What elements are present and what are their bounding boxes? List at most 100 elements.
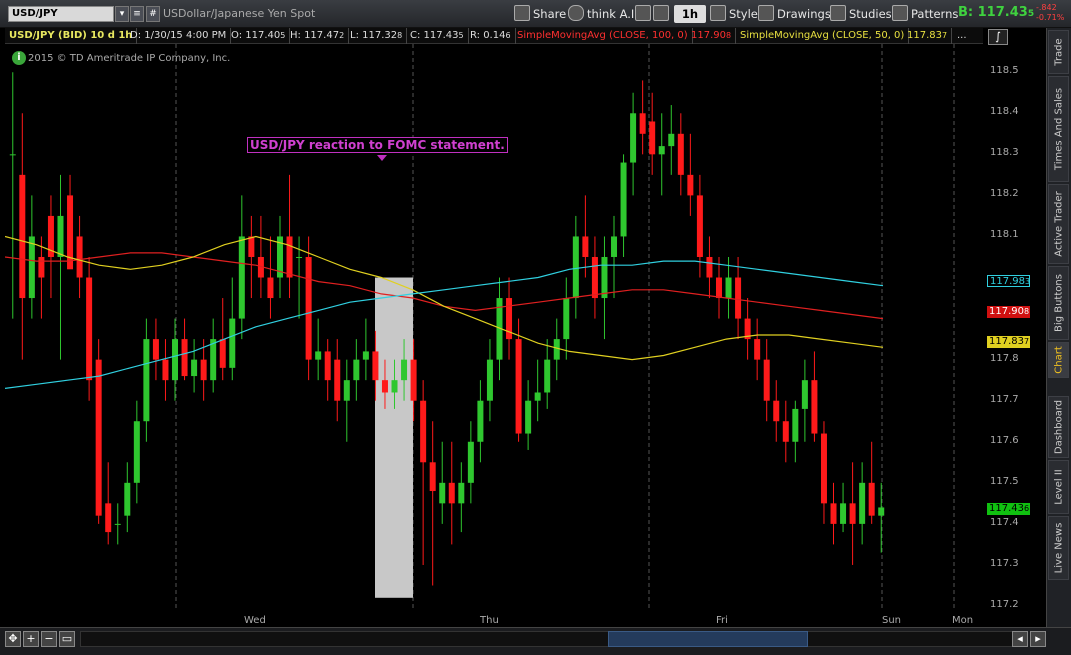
candle	[668, 105, 675, 175]
candle	[553, 318, 560, 381]
share-label: Share	[533, 7, 567, 21]
candle	[210, 318, 217, 393]
sma50-label[interactable]: SimpleMovingAvg (CLOSE, 50, 0)	[736, 28, 910, 44]
style-label: Style	[729, 7, 758, 21]
candle	[229, 277, 236, 381]
price-chart[interactable]	[5, 44, 985, 610]
tab-live-news[interactable]: Live News	[1048, 516, 1069, 580]
range-value: R: 0.14	[470, 30, 506, 41]
more-studies-button[interactable]: ...	[953, 28, 971, 44]
tab-trade-label: Trade	[1053, 38, 1064, 66]
info-icon[interactable]: i	[12, 51, 26, 65]
tab-chart[interactable]: Chart	[1048, 342, 1069, 378]
candle	[47, 195, 54, 299]
candle	[525, 380, 532, 450]
share-icon	[514, 5, 530, 21]
scroll-left-icon[interactable]: ◂	[1012, 631, 1028, 647]
range-readout: R: 0.146	[466, 28, 516, 44]
drawings-label: Drawings	[777, 7, 831, 21]
candle	[162, 339, 169, 401]
candle	[152, 318, 159, 381]
chart-title: USD/JPY (BID) 10 d 1h	[5, 28, 138, 44]
scrollbar-thumb[interactable]	[608, 631, 808, 647]
chart-settings-icon[interactable]: ∫	[988, 29, 1008, 45]
candle	[353, 339, 360, 401]
think-ai-button[interactable]: think A.I.	[568, 5, 638, 23]
candle	[840, 482, 847, 533]
view-icon[interactable]: ▭	[59, 631, 75, 647]
candle	[792, 400, 799, 463]
zoom-in-icon[interactable]: +	[23, 631, 39, 647]
high-small: 2	[339, 31, 345, 40]
candle	[715, 256, 722, 319]
candle	[744, 298, 751, 360]
candle	[506, 277, 513, 360]
hash-icon[interactable]: #	[146, 6, 160, 22]
scroll-right-icon[interactable]: ▸	[1030, 631, 1046, 647]
tab-chart-label: Chart	[1053, 346, 1064, 374]
fomc-annotation[interactable]: USD/JPY reaction to FOMC statement.	[247, 137, 508, 153]
cyan-price-tag-small: 3	[1025, 277, 1031, 286]
tab-big-buttons-label: Big Buttons	[1053, 274, 1064, 332]
high-readout: H: 117.472	[286, 28, 350, 44]
candle	[9, 72, 16, 319]
pointer-tool-button[interactable]	[635, 5, 654, 23]
candle	[143, 318, 150, 442]
change-value: -.842	[1036, 3, 1057, 12]
studies-button[interactable]: Studies	[830, 5, 892, 23]
candle	[878, 482, 885, 553]
sma50-line	[5, 235, 884, 361]
tab-times-and-sales[interactable]: Times And Sales	[1048, 76, 1069, 182]
candle	[114, 503, 121, 545]
interval-button[interactable]: 1h	[674, 5, 706, 23]
tab-active-trader[interactable]: Active Trader	[1048, 184, 1069, 264]
patterns-button[interactable]: Patterns	[892, 5, 958, 23]
tab-dashboard[interactable]: Dashboard	[1048, 396, 1069, 458]
wrench-icon	[653, 5, 669, 21]
candle	[57, 174, 64, 360]
candle	[849, 462, 856, 565]
tab-level-ii[interactable]: Level II	[1048, 460, 1069, 514]
candle	[28, 195, 35, 319]
tab-trade[interactable]: Trade	[1048, 30, 1069, 74]
style-button[interactable]: Style	[710, 5, 758, 23]
symbol-lookup-button[interactable]: ≡	[130, 6, 144, 22]
open-readout: O: 117.405	[227, 28, 291, 44]
price-label: 118.1	[990, 229, 1019, 241]
candle	[172, 318, 179, 401]
sma100-label[interactable]: SimpleMovingAvg (CLOSE, 100, 0)	[513, 28, 693, 44]
candle	[38, 236, 45, 319]
candle	[572, 215, 579, 319]
close-value: C: 117.43	[410, 30, 459, 41]
red-price-tag-small: 8	[1024, 307, 1030, 316]
change-percent: -0.71%	[1036, 13, 1065, 22]
price-label: 117.8	[990, 352, 1019, 364]
candle	[477, 380, 484, 463]
candle	[105, 462, 112, 545]
candle	[486, 339, 493, 422]
x-label-sun: Sun	[882, 615, 902, 626]
close-readout: C: 117.435	[406, 28, 469, 44]
wrench-button[interactable]	[653, 5, 672, 23]
copyright-text: 2015 © TD Ameritrade IP Company, Inc.	[28, 53, 231, 64]
sma50-value-text: 117.83	[907, 30, 942, 41]
high-value: H: 117.47	[290, 30, 340, 41]
share-button[interactable]: Share	[514, 5, 566, 23]
candle	[677, 113, 684, 196]
red-price-tag: 117.908	[987, 306, 1030, 318]
time-scrollbar[interactable]	[80, 631, 1025, 647]
candle	[620, 154, 627, 257]
sma-cyan-line	[5, 260, 884, 389]
sma50-value: 117.837	[903, 28, 953, 44]
symbol-dropdown-button[interactable]: ▾	[115, 6, 129, 22]
zoom-out-icon[interactable]: −	[41, 631, 57, 647]
pan-icon[interactable]: ✥	[5, 631, 21, 647]
tab-big-buttons[interactable]: Big Buttons	[1048, 266, 1069, 340]
price-label: 117.4	[990, 516, 1019, 528]
candle	[343, 359, 350, 442]
price-label: 117.3	[990, 557, 1019, 569]
drawings-button[interactable]: Drawings	[758, 5, 831, 23]
symbol-input[interactable]: USD/JPY	[8, 6, 114, 22]
candle	[534, 359, 541, 422]
sma50-value-small: 7	[942, 31, 948, 40]
